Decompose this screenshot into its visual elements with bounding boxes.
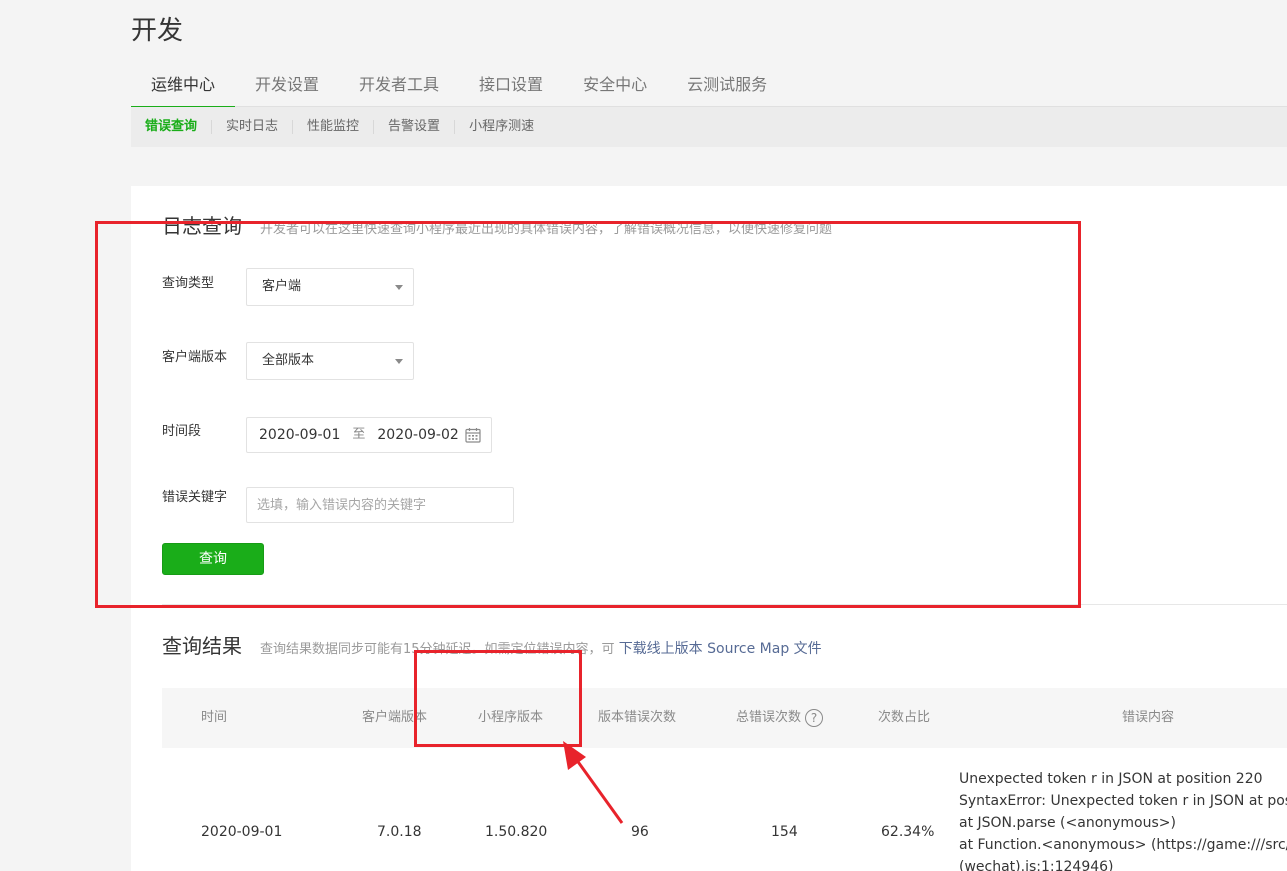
calendar-icon [465,428,481,443]
subtab-error-query[interactable]: 错误查询 [131,120,211,134]
content-card: 日志查询 开发者可以在这里快速查询小程序最近出现的具体错误内容，了解错误概况信息… [131,186,1287,871]
tab-cloud-test[interactable]: 云测试服务 [667,68,787,107]
section-divider [162,604,1287,605]
tab-dev-tools[interactable]: 开发者工具 [339,68,459,107]
tab-api-settings[interactable]: 接口设置 [459,68,563,107]
tab-dev-settings[interactable]: 开发设置 [235,68,339,107]
client-version-select[interactable]: 全部版本 [246,342,414,380]
date-range-picker[interactable]: 2020-09-01 至 2020-09-02 [246,417,492,453]
error-line: Unexpected token r in JSON at position 2… [959,771,1263,787]
col-error-content: 错误内容 [1122,710,1175,725]
client-version-value: 全部版本 [262,353,315,368]
col-total-errors-label: 总错误次数 [736,710,802,725]
col-total-errors: 总错误次数? [736,688,824,748]
error-line: SyntaxError: Unexpected token r in JSON … [959,793,1287,809]
row-mp-version: 1.50.820 [485,824,548,840]
date-end: 2020-09-02 [377,427,459,443]
col-version-errors: 版本错误次数 [598,710,677,725]
client-version-label: 客户端版本 [162,350,228,365]
results-title: 查询结果 [162,634,242,658]
caret-down-icon [395,359,403,364]
sub-tabs: 错误查询 实时日志 性能监控 告警设置 小程序测速 [131,107,1287,147]
subtab-speed-test[interactable]: 小程序测速 [454,120,548,134]
query-button[interactable]: 查询 [162,543,264,575]
keyword-input[interactable] [246,487,514,523]
col-client-version: 客户端版本 [362,710,428,725]
row-ratio: 62.34% [881,824,935,840]
query-type-value: 客户端 [262,279,302,294]
row-version-errors: 96 [631,824,649,840]
error-line: at JSON.parse (<anonymous>) [959,815,1176,831]
results-desc: 查询结果数据同步可能有15分钟延迟。如需定位错误内容，可 下载线上版本 Sour… [260,638,822,658]
results-table-header: 时间 客户端版本 小程序版本 版本错误次数 总错误次数? 次数占比 错误内容 [162,688,1287,748]
col-mp-version: 小程序版本 [478,710,544,725]
page-title: 开发 [131,16,184,46]
error-line: at Function.<anonymous> (https://game://… [959,837,1287,853]
subtab-alerts[interactable]: 告警设置 [373,120,454,134]
main-tabs: 运维中心 开发设置 开发者工具 接口设置 安全中心 云测试服务 [131,68,1287,108]
tab-ops-center[interactable]: 运维中心 [131,68,236,108]
col-ratio: 次数占比 [878,710,931,725]
row-error-content: Unexpected token r in JSON at position 2… [959,768,1287,871]
row-time: 2020-09-01 [201,824,283,840]
col-time: 时间 [201,710,228,725]
results-header: 查询结果 查询结果数据同步可能有15分钟延迟。如需定位错误内容，可 下载线上版本… [162,630,822,659]
subtab-performance[interactable]: 性能监控 [292,120,373,134]
row-total-errors: 154 [771,824,798,840]
results-desc-text: 查询结果数据同步可能有15分钟延迟。如需定位错误内容，可 [260,642,615,657]
error-line: (wechat).js:1:124946) [959,859,1114,871]
period-label: 时间段 [162,424,202,439]
date-separator: 至 [352,427,366,442]
query-type-label: 查询类型 [162,276,215,291]
log-query-title: 日志查询 [162,214,242,238]
date-start: 2020-09-01 [259,427,341,443]
log-query-header: 日志查询 开发者可以在这里快速查询小程序最近出现的具体错误内容，了解错误概况信息… [162,210,832,239]
log-query-desc: 开发者可以在这里快速查询小程序最近出现的具体错误内容，了解错误概况信息，以便快速… [260,222,833,237]
tab-security-center[interactable]: 安全中心 [563,68,667,107]
query-type-select[interactable]: 客户端 [246,268,414,306]
row-client-version: 7.0.18 [377,824,422,840]
caret-down-icon [395,285,403,290]
sourcemap-download-link[interactable]: 下载线上版本 Source Map 文件 [619,641,822,657]
help-circle-icon[interactable]: ? [805,708,824,727]
app-root: 开发 运维中心 开发设置 开发者工具 接口设置 安全中心 云测试服务 错误查询 … [0,0,1287,871]
subtab-realtime-log[interactable]: 实时日志 [211,120,292,134]
keyword-label: 错误关键字 [162,490,228,505]
